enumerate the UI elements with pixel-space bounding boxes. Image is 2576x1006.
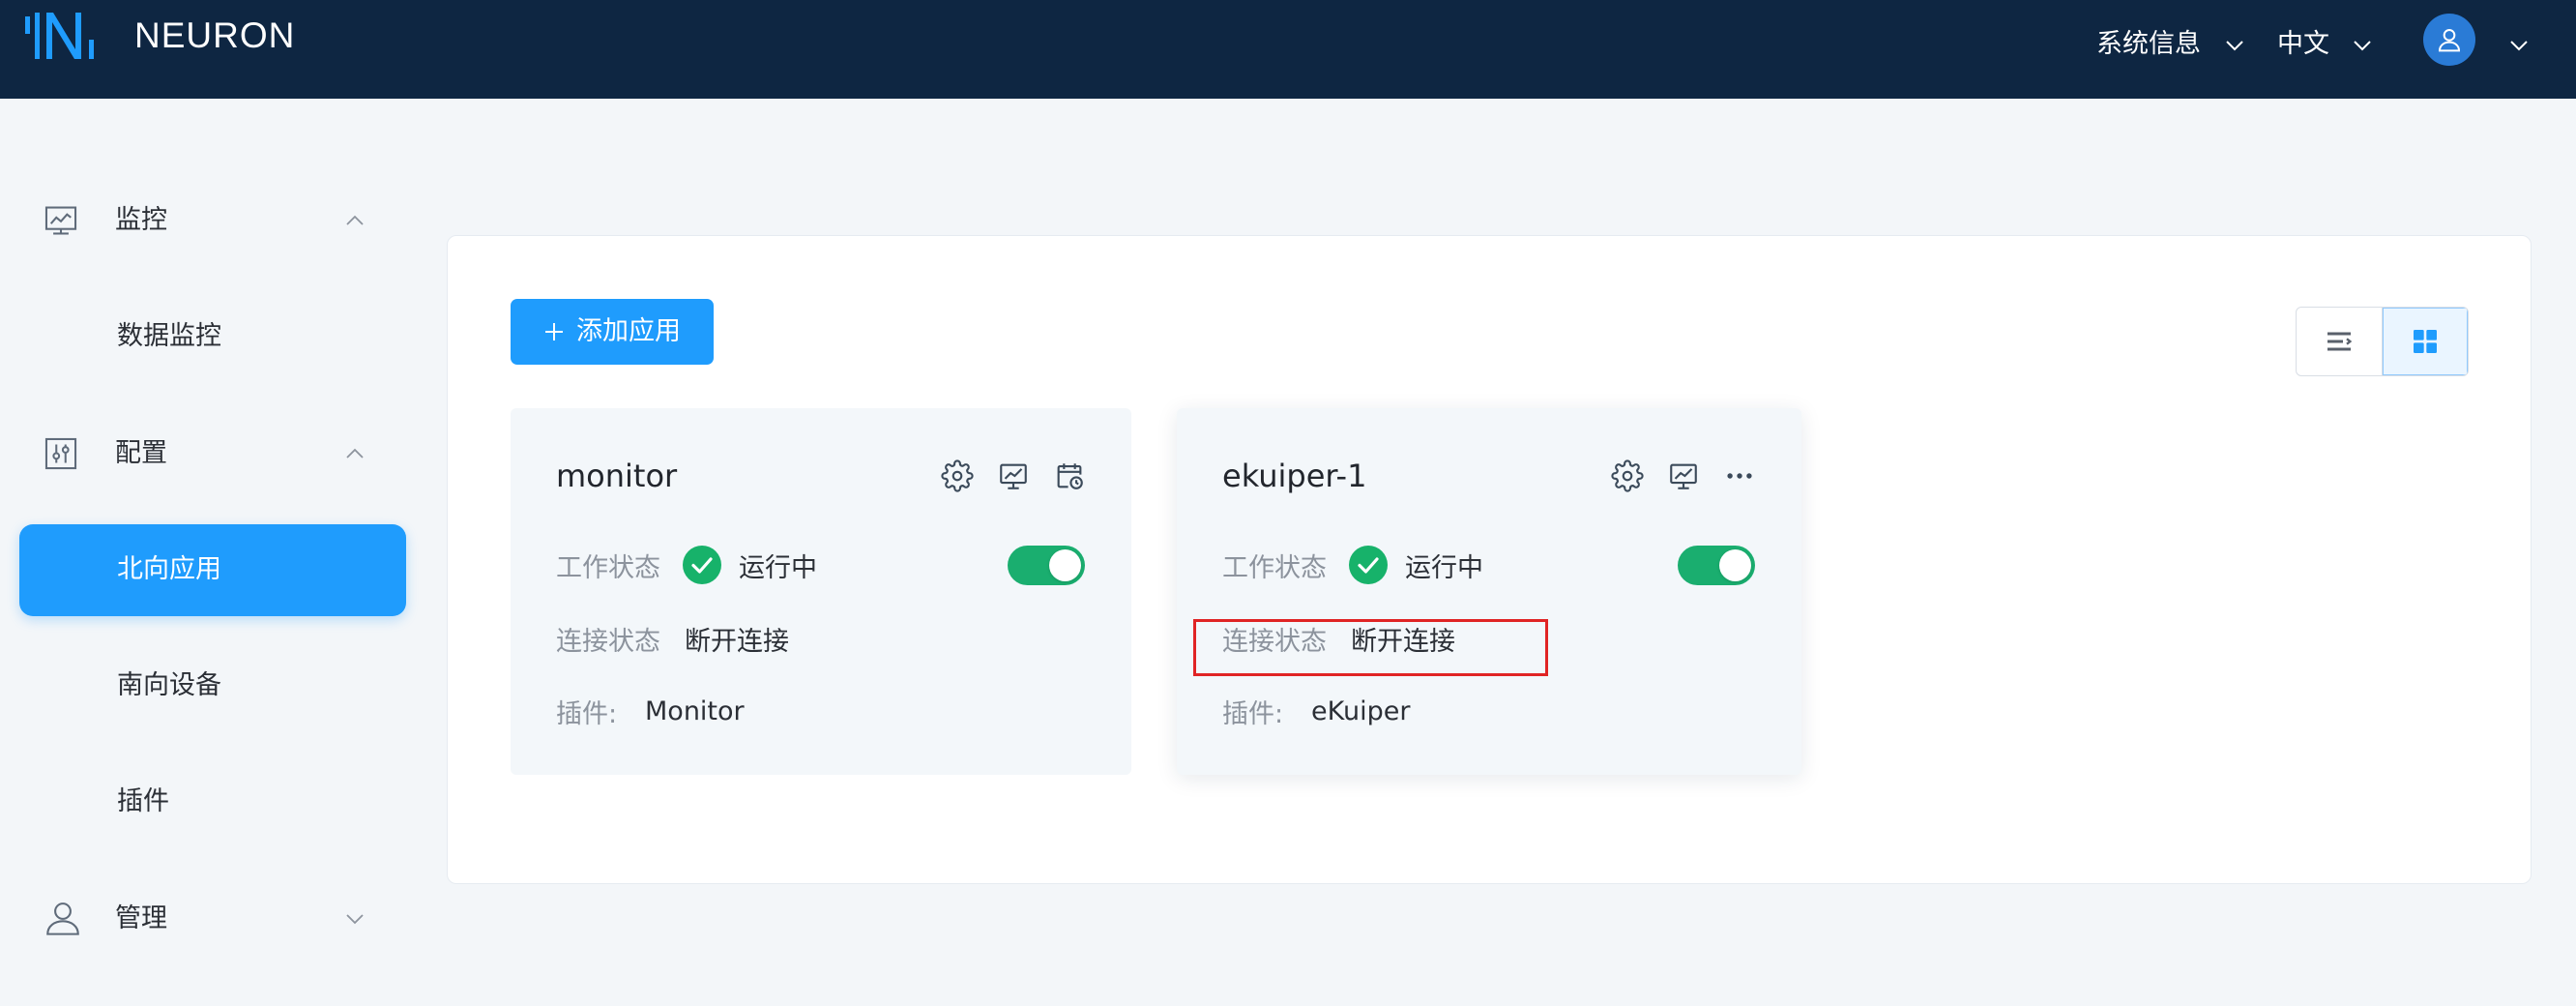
sidebar-item-label: 数据监控 (117, 321, 221, 351)
plugin-value: eKuiper (1311, 695, 1411, 726)
grid-view-icon (2414, 330, 2437, 353)
monitor-chart-icon[interactable] (1667, 459, 1700, 492)
sidebar-item-label: 插件 (117, 786, 169, 816)
sidebar-group-monitoring[interactable]: 监控 (19, 187, 406, 254)
sidebar-item-plugins[interactable]: 插件 (19, 756, 406, 848)
avatar[interactable] (2423, 14, 2475, 66)
chevron-up-icon (346, 215, 364, 225)
gear-icon[interactable] (941, 459, 974, 492)
plugin-value: Monitor (645, 695, 745, 726)
work-status-row: 工作状态 运行中 (1222, 544, 1483, 586)
main-panel: 添加应用 monitor 工作状态 运行中 连接状态 断开连接 插件: Moni… (447, 235, 2532, 884)
annotation-highlight-box (1193, 619, 1548, 676)
chevron-down-icon[interactable] (2353, 40, 2372, 51)
toggle-knob (1719, 549, 1751, 581)
node-enable-toggle[interactable] (1008, 546, 1085, 585)
sliders-icon (44, 437, 77, 470)
view-mode-toggle (2296, 307, 2469, 376)
sidebar-item-north-apps[interactable]: 北向应用 (19, 524, 406, 616)
user-icon (46, 902, 79, 935)
work-status-value: 运行中 (1405, 552, 1483, 583)
toggle-knob (1049, 549, 1081, 581)
sidebar-item-south-devices[interactable]: 南向设备 (19, 640, 406, 732)
node-card[interactable]: ekuiper-1 工作状态 运行中 连接状态 断开连接 插件: eKuiper (1177, 408, 1801, 775)
sidebar-group-configuration[interactable]: 配置 (19, 420, 406, 488)
chevron-up-icon (346, 448, 364, 459)
connection-status-row: 连接状态 断开连接 (556, 617, 789, 660)
sidebar-item-label: 南向设备 (117, 670, 221, 700)
node-card[interactable]: monitor 工作状态 运行中 连接状态 断开连接 插件: Monitor (511, 408, 1131, 775)
work-status-value: 运行中 (739, 552, 817, 583)
calendar-clock-icon[interactable] (1053, 459, 1086, 492)
list-view-button[interactable] (2297, 308, 2382, 375)
brand-name: NEURON (134, 15, 296, 55)
top-header: NEURON 系统信息 中文 (0, 0, 2576, 99)
system-info-menu[interactable]: 系统信息 (2096, 25, 2201, 64)
plugin-label: 插件: (1222, 698, 1284, 729)
sidebar-group-management[interactable]: 管理 (19, 885, 406, 953)
sidebar-group-label: 管理 (115, 903, 167, 933)
language-menu[interactable]: 中文 (2277, 25, 2329, 64)
monitor-chart-icon[interactable] (997, 459, 1030, 492)
monitor-chart-icon (44, 206, 77, 235)
plugin-row: 插件: Monitor (556, 690, 745, 732)
user-icon (2438, 28, 2461, 52)
node-enable-toggle[interactable] (1678, 546, 1755, 585)
add-app-label: 添加应用 (576, 316, 681, 346)
plus-icon (545, 323, 563, 340)
plugin-row: 插件: eKuiper (1222, 690, 1410, 732)
node-actions (1611, 459, 1756, 492)
chevron-down-icon (346, 914, 364, 925)
sidebar-item-label: 北向应用 (117, 554, 221, 584)
add-app-button[interactable]: 添加应用 (511, 299, 714, 365)
connection-status-label: 连接状态 (556, 626, 660, 657)
sidebar-group-label: 监控 (115, 205, 167, 235)
connection-status-value: 断开连接 (685, 626, 789, 657)
work-status-row: 工作状态 运行中 (556, 544, 817, 586)
check-circle-icon (683, 546, 721, 584)
list-view-icon (2327, 332, 2353, 351)
node-name: monitor (556, 458, 678, 494)
sidebar-item-data-monitoring[interactable]: 数据监控 (19, 291, 406, 383)
sidebar-group-label: 配置 (115, 438, 167, 468)
neuron-logo-icon[interactable] (25, 13, 114, 59)
check-circle-icon (1349, 546, 1388, 584)
grid-view-button[interactable] (2382, 308, 2468, 375)
ellipsis-icon[interactable] (1723, 459, 1756, 492)
chevron-down-icon[interactable] (2509, 40, 2529, 51)
gear-icon[interactable] (1611, 459, 1644, 492)
work-status-label: 工作状态 (556, 552, 660, 583)
chevron-down-icon[interactable] (2225, 40, 2244, 51)
work-status-label: 工作状态 (1222, 552, 1327, 583)
plugin-label: 插件: (556, 698, 618, 729)
node-actions (941, 459, 1086, 492)
node-name: ekuiper-1 (1222, 458, 1367, 494)
